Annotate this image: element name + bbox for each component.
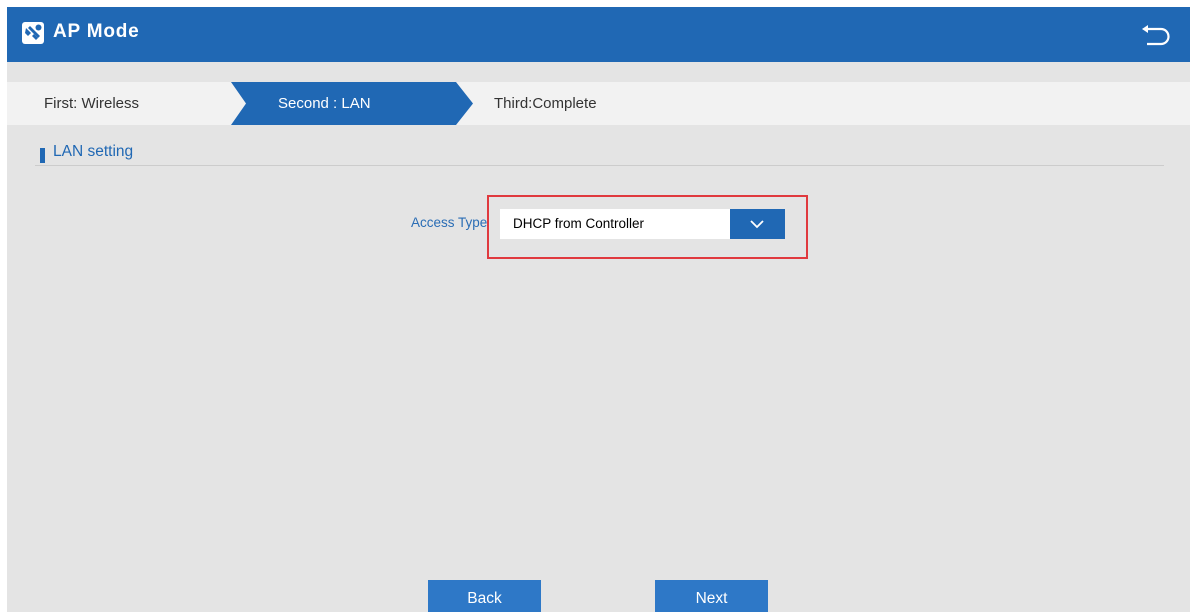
wizard-steps: First: Wireless Second : LAN Third:Compl…	[7, 82, 1190, 125]
chevron-down-icon	[750, 220, 764, 229]
section-marker	[40, 148, 45, 163]
section-divider	[35, 165, 1164, 166]
section-title: LAN setting	[53, 143, 134, 160]
app-window: AP Mode First: Wireless Second : LAN Thi…	[7, 7, 1190, 612]
access-type-label: Access Type	[411, 215, 488, 230]
return-arrow-icon[interactable]	[1139, 19, 1173, 49]
step-third: Third:Complete	[494, 95, 597, 112]
header-bar: AP Mode	[7, 7, 1190, 62]
dropdown-button[interactable]	[730, 209, 785, 239]
step-first: First: Wireless	[44, 95, 139, 112]
wrench-screwdriver-icon	[22, 22, 44, 44]
access-type-value: DHCP from Controller	[513, 216, 645, 231]
access-type-select[interactable]: DHCP from Controller	[500, 209, 785, 239]
back-button[interactable]: Back	[428, 580, 541, 612]
next-button[interactable]: Next	[655, 580, 768, 612]
app-title: AP Mode	[53, 21, 140, 42]
step-second: Second : LAN	[278, 95, 371, 112]
